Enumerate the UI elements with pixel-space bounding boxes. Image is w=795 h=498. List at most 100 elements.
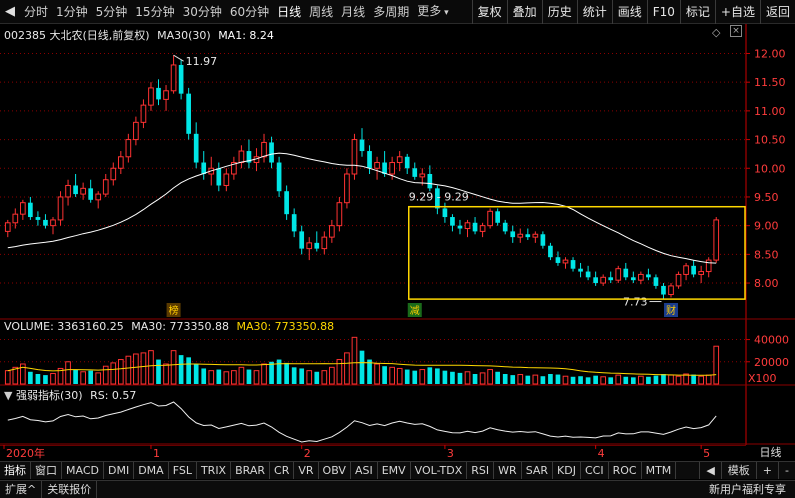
candle-body-2 (20, 202, 26, 215)
period-tab-5[interactable]: 60分钟 (226, 0, 273, 24)
period-tab-8[interactable]: 月线 (337, 0, 369, 24)
volume-bar-50 (382, 366, 387, 384)
volume-bar-27 (208, 370, 215, 385)
indicator-tab-brar[interactable]: BRAR (231, 462, 271, 479)
candle-body-11 (88, 188, 94, 200)
close-pane-icon[interactable]: × (730, 25, 742, 37)
add-pane-button[interactable]: + (755, 462, 778, 479)
indicator-label[interactable]: 指标 (0, 462, 31, 479)
indicator-tab-mtm[interactable]: MTM (642, 462, 677, 479)
candle-body-48 (367, 151, 372, 169)
volume-bar-17 (133, 353, 139, 385)
rs-collapse-icon[interactable]: ▼ (4, 389, 12, 402)
candle-body-36 (276, 162, 282, 192)
period-tab-1[interactable]: 1分钟 (52, 0, 92, 24)
indicator-tab-rsi[interactable]: RSI (467, 462, 495, 479)
ma-indicator-name: MA30(30) (157, 29, 211, 42)
period-tab-6[interactable]: 日线 (273, 0, 305, 24)
indicator-tab-vol-tdx[interactable]: VOL-TDX (411, 462, 468, 479)
volume-bar-57 (435, 368, 440, 384)
volume-pane[interactable]: 40000 20000 X100 VOLUME: 3363160.25 MA30: … (0, 320, 795, 386)
indicator-tab-vr[interactable]: VR (294, 462, 319, 479)
candle-body-42 (321, 236, 328, 250)
period-tab-9[interactable]: 多周期 (369, 0, 413, 24)
action-button-4[interactable]: 画线 (611, 0, 647, 24)
candle-body-58 (442, 208, 448, 218)
indicator-tab-dmi[interactable]: DMI (104, 462, 135, 479)
volume-bar-62 (472, 374, 478, 384)
range-selection-box (408, 205, 746, 300)
candle-body-18 (140, 104, 147, 123)
price-tick-label-6: 9.00 (754, 220, 779, 233)
period-tab-7[interactable]: 周线 (305, 0, 337, 24)
time-label-3: 3 (447, 447, 454, 460)
time-axis: 2020年 1 2 3 4 5 (0, 444, 795, 461)
indicator-tab-asi[interactable]: ASI (351, 462, 378, 479)
indicator-tab-macd[interactable]: MACD (62, 462, 104, 479)
indicator-tab-fsl[interactable]: FSL (169, 462, 197, 479)
remove-pane-button[interactable]: - (778, 462, 795, 479)
related-quotes-button[interactable]: 关联报价 (42, 481, 98, 498)
indicator-tab-wr[interactable]: WR (494, 462, 522, 479)
expand-button[interactable]: 扩展^ (0, 481, 43, 498)
period-tab-2[interactable]: 5分钟 (92, 0, 132, 24)
action-button-7[interactable]: +自选 (714, 0, 760, 24)
action-button-8[interactable]: 返回 (759, 0, 795, 24)
indicator-tab-obv[interactable]: OBV (319, 462, 351, 479)
period-tab-0[interactable]: 分时 (20, 0, 52, 24)
volume-bar-24 (186, 357, 191, 384)
volume-bar-65 (495, 371, 500, 384)
price-tick-label-0: 12.00 (754, 47, 786, 60)
high-pointer (173, 54, 184, 62)
action-button-1[interactable]: 叠加 (506, 0, 542, 24)
rs-pane[interactable]: ▼ 强弱指标(30) RS: 0.57 (0, 386, 795, 445)
indicator-tab-cr[interactable]: CR (270, 462, 295, 479)
candle-body-29 (223, 173, 230, 186)
volume-bar-61 (464, 371, 471, 385)
period-indicator[interactable]: 日线 (746, 445, 795, 461)
action-button-0[interactable]: 复权 (471, 0, 507, 24)
back-arrow-icon[interactable]: ◀ (0, 0, 20, 24)
candle-body-62 (472, 222, 478, 232)
promo-link[interactable]: 新用户福利专享 (704, 481, 791, 498)
nav-left-icon[interactable]: ◀ (699, 462, 720, 479)
volume-bar-66 (502, 374, 508, 384)
price-chart[interactable]: 12.00 11.50 11.00 10.50 10.00 9.50 9.00 8.50 8.0… (0, 24, 795, 320)
price-pane[interactable]: 12.00 11.50 11.00 10.50 10.00 9.50 9.00 8.50 8.0… (0, 24, 795, 320)
volume-bar-32 (246, 369, 252, 384)
volume-bar-75 (570, 376, 576, 384)
candle-body-0 (4, 222, 11, 232)
action-button-3[interactable]: 统计 (576, 0, 612, 24)
volume-bar-10 (80, 371, 86, 385)
indicator-tab-sar[interactable]: SAR (522, 462, 554, 479)
indicator-tab-dma[interactable]: DMA (134, 462, 169, 479)
candle-body-19 (148, 87, 154, 106)
period-tab-10[interactable]: 更多 (413, 0, 452, 25)
action-button-2[interactable]: 历史 (541, 0, 577, 24)
candle-body-66 (502, 222, 508, 232)
time-label-5: 5 (703, 447, 710, 460)
price-tick-label-8: 8.00 (754, 277, 779, 290)
diamond-icon[interactable]: ◇ (712, 26, 720, 39)
period-tab-4[interactable]: 30分钟 (179, 0, 226, 24)
candle-body-71 (540, 234, 546, 246)
volume-bar-42 (321, 370, 328, 385)
candle-body-87 (661, 285, 666, 295)
indicator-tab-trix[interactable]: TRIX (197, 462, 232, 479)
volume-pane-title: VOLUME: 3363160.25 MA30: 773350.88 MA30:… (4, 320, 334, 333)
indicator-right-controls: ◀ 模板 + - (699, 462, 795, 479)
window-tab[interactable]: 窗口 (31, 462, 62, 479)
candle-body-92 (698, 271, 704, 275)
volume-bar-34 (261, 363, 267, 385)
template-button[interactable]: 模板 (720, 462, 756, 479)
indicator-tab-cci[interactable]: CCI (581, 462, 609, 479)
volume-bar-58 (442, 370, 448, 384)
indicator-tab-roc[interactable]: ROC (609, 462, 642, 479)
action-button-5[interactable]: F10 (646, 0, 680, 24)
action-button-6[interactable]: 标记 (679, 0, 715, 24)
candle-body-25 (193, 133, 199, 163)
candle-body-4 (35, 217, 41, 220)
indicator-tab-kdj[interactable]: KDJ (553, 462, 581, 479)
period-tab-3[interactable]: 15分钟 (131, 0, 178, 24)
indicator-tab-emv[interactable]: EMV (378, 462, 411, 479)
